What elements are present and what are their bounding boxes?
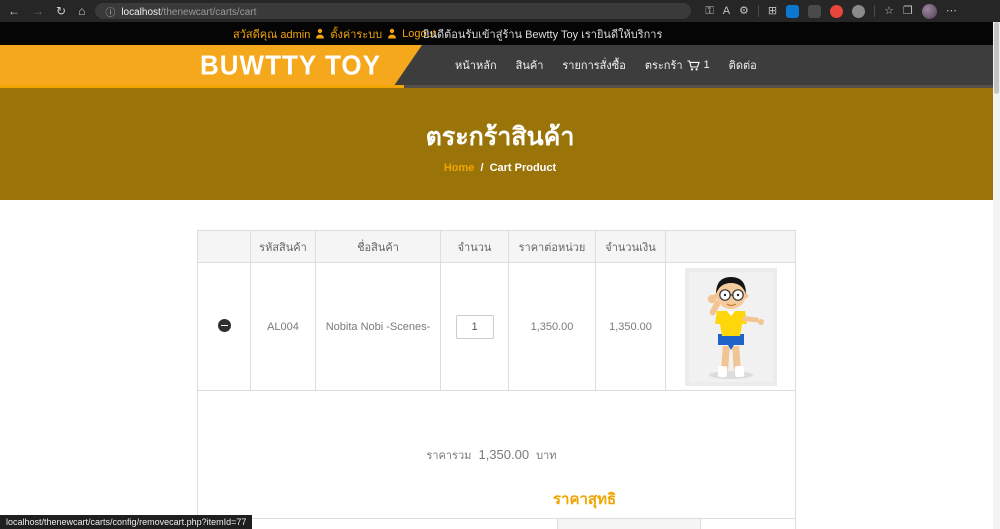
product-name-cell: Nobita Nobi -Scenes-: [315, 262, 441, 391]
scrollbar-thumb[interactable]: [994, 22, 999, 94]
col-unit-price: ราคาต่อหน่วย: [508, 230, 596, 263]
col-image: [665, 230, 796, 263]
summary-value-cell: 1,350.00: [700, 518, 796, 529]
breadcrumb: Home / Cart Product: [0, 162, 1000, 174]
page: ← → ↻ ⌂ ⓘ localhost/thenewcart/carts/car…: [0, 0, 1000, 529]
nav-contact[interactable]: ติดต่อ: [729, 56, 757, 74]
url-path: /thenewcart/carts/cart: [160, 7, 257, 18]
col-product-code: รหัสสินค้า: [250, 230, 316, 263]
site-header: BUWTTY TOY หน้าหลัก สินค้า รายการสั่งซื้…: [0, 45, 1000, 85]
cart-total-row: ราคารวม 1,350.00 บาท: [197, 390, 796, 519]
back-icon[interactable]: ←: [8, 5, 20, 17]
nav-products[interactable]: สินค้า: [516, 56, 544, 74]
col-remove: [197, 230, 251, 263]
page-title: ตระกร้าสินค้า: [425, 123, 575, 151]
welcome-message: ยินดีต้อนรับเข้าสู่ร้าน Bewtty Toy เรายิ…: [423, 28, 663, 41]
forward-icon[interactable]: →: [32, 5, 44, 17]
account-links: สวัสดีคุณ admin ตั้งค่าระบบ Logout: [233, 22, 436, 45]
breadcrumb-separator: /: [480, 162, 484, 174]
browser-settings-icon[interactable]: ⚙: [739, 5, 749, 17]
product-image-cell: [665, 262, 796, 391]
favorites-star-icon[interactable]: ☆: [884, 5, 894, 17]
nav-cart[interactable]: ตระกร้า 1: [645, 56, 710, 74]
cart-table-header-row: รหัสสินค้า ชื่อสินค้า จำนวน ราคาต่อหน่วย…: [197, 230, 796, 263]
account-topbar: สวัสดีคุณ admin ตั้งค่าระบบ Logout ยินดี…: [0, 22, 1000, 45]
nav-cart-label: ตระกร้า: [644, 60, 683, 72]
profile-avatar[interactable]: [921, 3, 937, 19]
greeting-text: สวัสดีคุณ admin: [233, 28, 311, 41]
url-host: localhost: [121, 7, 161, 18]
divider: [757, 5, 759, 17]
logo-panel: BUWTTY TOY: [0, 45, 422, 85]
password-key-icon[interactable]: ⚿: [705, 5, 713, 17]
browser-action-icons: ⚿ A ⚙ ⊞ ☆ ❐ ⋯: [705, 3, 957, 19]
summary-row: ราคาสินค้า 1,350.00: [557, 518, 796, 529]
refresh-icon[interactable]: ↻: [56, 5, 66, 17]
edge-orange: [0, 85, 404, 88]
total-cell: ราคารวม 1,350.00 บาท: [197, 390, 796, 519]
site-logo[interactable]: BUWTTY TOY: [200, 49, 381, 82]
page-banner: ตระกร้าสินค้า Home / Cart Product: [0, 88, 1000, 200]
cart-content: รหัสสินค้า ชื่อสินค้า จำนวน ราคาต่อหน่วย…: [0, 200, 1000, 529]
site-info-icon[interactable]: ⓘ: [105, 4, 115, 19]
unit-price-cell: 1,350.00: [508, 262, 596, 391]
status-link-tooltip: localhost/thenewcart/carts/config/remove…: [0, 515, 253, 529]
summary-table: ราคาสินค้า 1,350.00: [557, 518, 796, 529]
header-bottom-edge: [0, 85, 1000, 88]
remove-item-icon[interactable]: [217, 318, 231, 332]
cart-item-row: AL004 Nobita Nobi -Scenes- 1,350.00 1,35…: [197, 262, 796, 391]
summary-label-cell: ราคาสินค้า: [557, 518, 701, 529]
extension-dark-icon[interactable]: [808, 4, 822, 18]
extension-gray-icon[interactable]: [852, 4, 866, 18]
col-product-name: ชื่อสินค้า: [315, 230, 441, 263]
cart-icon: [687, 59, 700, 70]
total-label: ราคารวม: [426, 449, 472, 462]
edge-dark: [404, 85, 1000, 88]
total-value: 1,350.00: [478, 446, 530, 462]
breadcrumb-home-link[interactable]: Home: [444, 162, 475, 174]
col-quantity: จำนวน: [440, 230, 509, 263]
product-code-cell: AL004: [250, 262, 316, 391]
nav-orders[interactable]: รายการสั่งซื้อ: [562, 56, 625, 74]
col-amount: จำนวนเงิน: [595, 230, 666, 263]
settings-link[interactable]: ตั้งค่าระบบ: [330, 25, 382, 43]
vertical-scrollbar[interactable]: [993, 22, 1000, 529]
browser-toolbar: ← → ↻ ⌂ ⓘ localhost/thenewcart/carts/car…: [0, 0, 1000, 22]
product-photo-nobita: [684, 267, 777, 386]
font-size-icon[interactable]: A: [723, 5, 730, 17]
main-navigation: หน้าหลัก สินค้า รายการสั่งซื้อ ตระกร้า 1…: [455, 45, 757, 85]
total-unit: บาท: [536, 449, 557, 462]
breadcrumb-current: Cart Product: [489, 162, 557, 174]
extension-red-icon[interactable]: [830, 4, 844, 18]
browser-nav-buttons: ← → ↻ ⌂: [0, 5, 95, 17]
remove-cell: [197, 262, 251, 391]
nav-home[interactable]: หน้าหลัก: [455, 56, 497, 74]
collections-icon[interactable]: ❐: [903, 5, 913, 17]
cart-count-badge: 1: [703, 59, 710, 71]
extension-blue-icon[interactable]: [786, 4, 800, 18]
quantity-cell: [440, 262, 509, 391]
more-menu-icon[interactable]: ⋯: [946, 5, 957, 17]
address-bar[interactable]: ⓘ localhost/thenewcart/carts/cart: [95, 3, 692, 19]
net-price-title: ราคาสุทธิ: [553, 491, 617, 508]
divider: [874, 5, 876, 17]
user-icon: [388, 28, 397, 39]
cart-table: รหัสสินค้า ชื่อสินค้า จำนวน ราคาต่อหน่วย…: [197, 230, 796, 529]
home-icon[interactable]: ⌂: [78, 5, 85, 17]
user-icon: [316, 28, 325, 39]
grid-icon[interactable]: ⊞: [768, 5, 777, 17]
amount-cell: 1,350.00: [595, 262, 666, 391]
quantity-input[interactable]: [455, 314, 494, 339]
